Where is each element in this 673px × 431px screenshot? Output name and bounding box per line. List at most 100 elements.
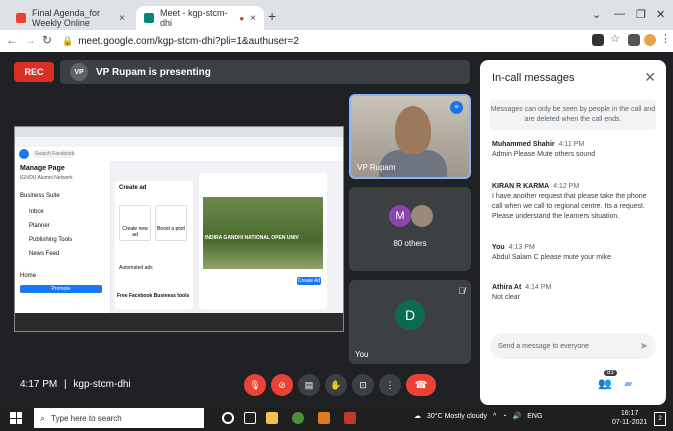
message-placeholder: Send a message to everyone [498,342,590,350]
avatar [411,205,433,227]
sidebar-item: Home [20,273,37,279]
message-sender: You [492,244,505,251]
forward-icon[interactable]: → [24,33,36,47]
raise-hand-button[interactable]: ✋ [325,374,347,396]
automated-ads-label: Automated ads [119,265,153,271]
present-button[interactable]: ⊡ [352,374,374,396]
camera-icon[interactable] [592,34,604,46]
separator: | [64,379,67,390]
minimize-button[interactable]: — [614,8,625,20]
create-ad-button: Create Ad [297,277,321,285]
facebook-sidebar: Manage Page IGNOU Alumni Network Busines… [15,161,111,313]
address-bar: ← → ↻ 🔒 meet.google.com/kgp-stcm-dhi?pli… [0,30,673,53]
message-text: Abdul Salam C please mute your mike [492,254,612,261]
more-options-button[interactable]: ⋮ [379,374,401,396]
shared-address-bar [15,137,343,147]
lock-icon: 🔒 [62,35,74,46]
presenting-bar: VP VP Rupam is presenting [60,60,470,84]
in-call-messages-panel: In-call messages ✕ Messages can only be … [480,60,666,405]
app-icon[interactable] [344,412,356,424]
facebook-search: Search Facebook [32,150,75,158]
volume-icon[interactable]: 🔊 [513,412,522,420]
chevron-up-icon[interactable]: ^ [493,413,496,420]
meet-icon [144,13,154,23]
shared-tab-strip [15,127,343,137]
chat-message: Muhammed Shahir 4:11 PM Admin Please Mute… [492,140,657,160]
participant-name: VP Rupam [357,163,396,172]
star-icon[interactable]: ☆ [610,32,622,45]
photo-caption: INDIRA GANDHI NATIONAL OPEN UNIV [205,235,299,241]
chat-message: You 4:13 PM Abdul Salam C please mute you… [492,243,657,263]
shared-screen: Search Facebook Manage Page IGNOU Alumni… [14,126,344,332]
file-explorer-icon[interactable] [266,412,278,424]
participant-tile-others[interactable]: M 80 others [349,187,471,271]
captions-button[interactable]: ▤ [298,374,320,396]
person-figure [395,106,431,154]
recording-badge: REC [14,62,54,82]
windows-start-icon[interactable] [10,412,22,424]
extension-icon[interactable] [628,34,640,46]
people-icon[interactable]: 👥 [598,377,612,390]
message-text: Not clear [492,294,521,301]
chat-icon[interactable]: ▰ [624,377,632,390]
free-tools-label: Free Facebook Business tools [117,293,190,299]
camera-toggle-button[interactable]: ⊘ [271,374,293,396]
date: 07-11-2021 [612,419,648,426]
reload-icon[interactable]: ↻ [42,33,52,47]
chrome-icon[interactable] [292,412,304,424]
participant-name: You [355,350,369,359]
message-input[interactable]: Send a message to everyone ➤ [490,333,656,359]
close-icon[interactable]: × [119,13,125,24]
close-window-button[interactable]: ✕ [656,8,665,21]
close-icon[interactable]: ✕ [644,69,656,86]
tab-meet[interactable]: Meet - kgp-stcm-dhi ● × [136,6,264,30]
weather-icon: ☁ [414,413,421,420]
wifi-icon[interactable]: ◔ [502,413,506,420]
sidebar-item: Planner [29,223,50,229]
weather-text[interactable]: 30°C Mostly cloudy [427,413,487,420]
taskbar-clock[interactable]: 16:17 07-11-2021 [612,409,647,427]
browser-tab-strip: Final Agenda_for Weekly Online × Meet - … [0,0,673,30]
restore-button[interactable]: ❐ [636,8,646,21]
notification-icon[interactable]: 2 [654,412,666,426]
time: 16:17 [620,410,639,417]
cortana-icon[interactable] [222,412,234,424]
chat-message: KIRAN R KARMA 4:12 PM I have another requ… [492,182,657,222]
tab-agenda[interactable]: Final Agenda_for Weekly Online × [8,6,133,30]
speaking-icon: ≡ [450,101,463,114]
participant-tile-rupam[interactable]: ≡ VP Rupam [349,94,471,179]
message-time: 4:14 PM [525,284,552,291]
panel-title: In-call messages [492,72,575,84]
new-tab-button[interactable]: + [268,8,276,24]
participant-tile-you[interactable]: 🎙̸ D You [349,280,471,364]
url-text: meet.google.com/kgp-stcm-dhi?pli=1&authu… [78,35,299,47]
meeting-details: 4:17 PM | kgp-stcm-dhi [20,379,131,390]
app-icon[interactable] [318,412,330,424]
url-field[interactable]: 🔒 meet.google.com/kgp-stcm-dhi?pli=1&aut… [62,33,582,49]
close-icon[interactable]: × [250,13,256,24]
shared-taskbar [15,313,343,331]
profile-avatar[interactable] [644,34,656,46]
language-indicator[interactable]: ENG [527,413,542,420]
gmail-icon [16,13,26,23]
info-icon[interactable]: ⓘ [572,377,583,393]
back-icon[interactable]: ← [6,33,18,47]
chevron-down-icon[interactable]: ⌄ [592,8,601,21]
message-text: I have another request that please take … [492,193,647,220]
menu-icon[interactable]: ⋮ [660,32,672,45]
send-icon[interactable]: ➤ [640,341,648,352]
chat-notice: Messages can only be seen by people in t… [490,100,656,130]
activities-icon[interactable]: ⛭ [648,377,657,390]
facebook-main: Create ad Create new ad Boost a post Aut… [111,161,343,313]
leave-call-button[interactable]: ☎ [406,374,436,396]
taskbar-search-input[interactable]: ⌕ Type here to search [34,408,204,428]
create-ad-card: Create ad Create new ad Boost a post Aut… [115,181,193,309]
system-tray: ☁ 30°C Mostly cloudy ^ ◔ 🔊 ENG [414,412,542,421]
mic-off-icon: 🎙̸ [458,286,465,296]
sidebar-item: Business Suite [20,193,60,199]
mic-toggle-button[interactable]: 🎙 [244,374,266,396]
task-view-icon[interactable] [244,412,256,424]
facebook-logo-icon [19,149,29,159]
create-ad-title: Create ad [119,185,147,191]
create-new-ad-option: Create new ad [119,205,151,241]
